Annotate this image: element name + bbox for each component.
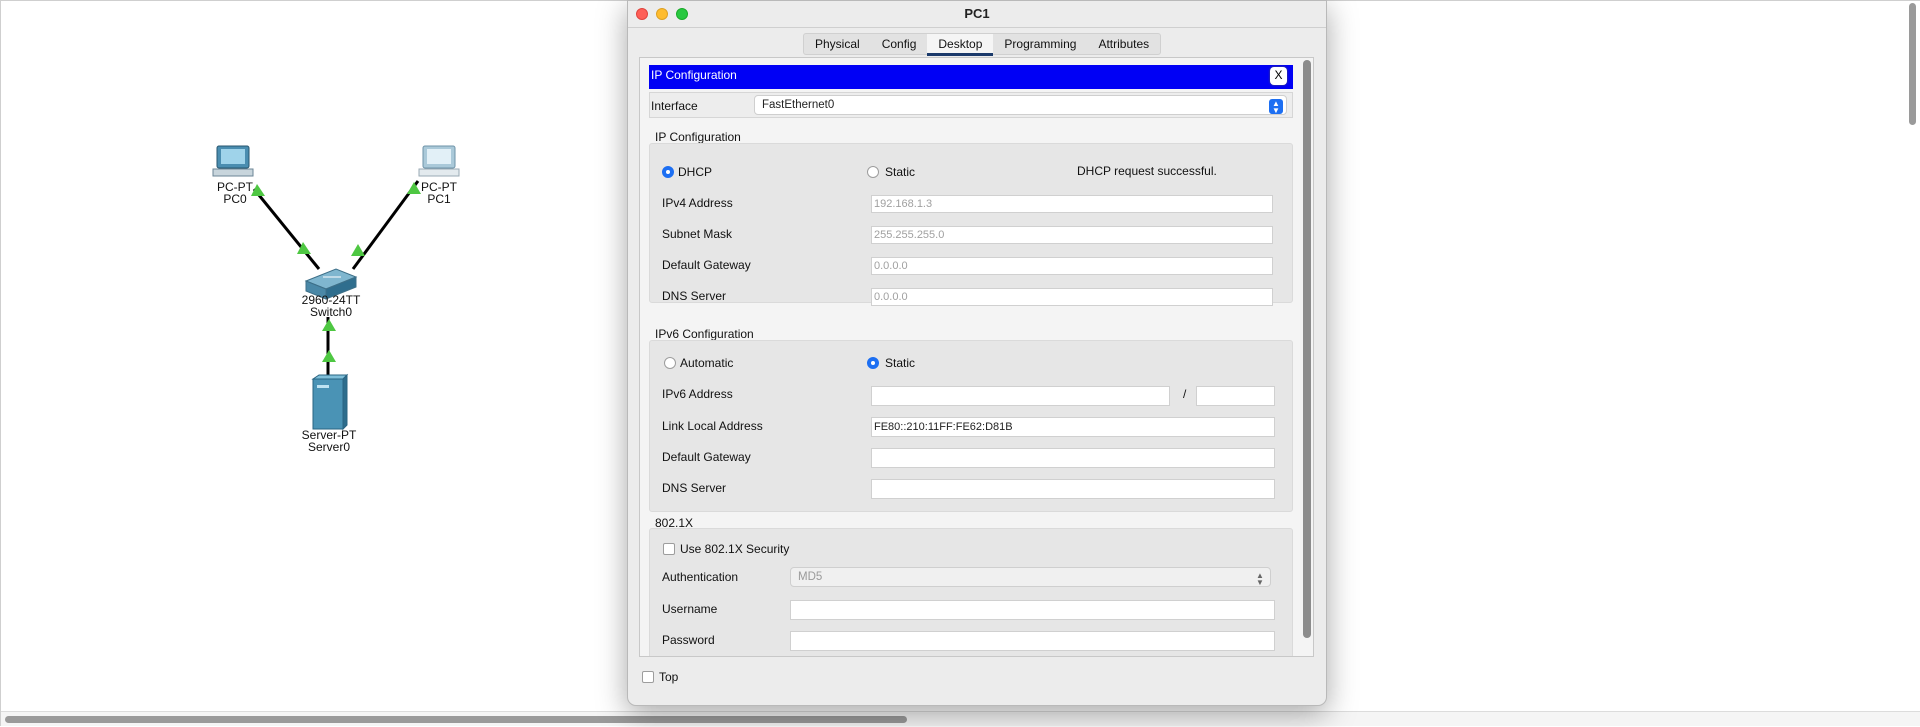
ipv4-address-label: IPv4 Address (662, 196, 733, 210)
ipv6-section-title: IPv6 Configuration (655, 327, 754, 341)
server-icon (311, 373, 349, 431)
link-local-label: Link Local Address (662, 419, 763, 433)
username-label: Username (662, 602, 718, 616)
link-light-server (322, 350, 336, 362)
server0-name: Server0 (307, 440, 351, 454)
interface-label: Interface (651, 99, 698, 113)
pc0-label: PC-PT PC0 (205, 181, 265, 205)
horizontal-scroll-thumb[interactable] (5, 716, 907, 723)
top-label: Top (659, 670, 679, 684)
static-ipv6-radio[interactable] (867, 357, 879, 369)
authentication-label: Authentication (662, 570, 739, 584)
top-checkbox[interactable] (642, 671, 654, 683)
subnet-mask-label: Subnet Mask (662, 227, 733, 241)
ipv4-section-title: IP Configuration (655, 130, 741, 144)
use-8021x-label: Use 802.1X Security (680, 542, 790, 556)
prefix-slash: / (1183, 387, 1187, 401)
ipv4-gateway-label: Default Gateway (662, 258, 751, 272)
ipv6-gateway-label: Default Gateway (662, 450, 751, 464)
dhcp-status-text: DHCP request successful. (1077, 164, 1217, 178)
static-ipv6-label: Static (885, 356, 916, 370)
ipv4-dns-field[interactable] (871, 288, 1273, 306)
pc1-label: PC-PT PC1 (409, 181, 469, 205)
authentication-select[interactable]: MD5 ▲ ▼ (790, 567, 1271, 587)
ipv6-address-label: IPv6 Address (662, 387, 733, 401)
ipv4-gateway-field[interactable] (871, 257, 1273, 275)
topology-drawing (212, 145, 460, 431)
password-label: Password (662, 633, 715, 647)
select-chevron-icon: ▲ ▼ (1256, 571, 1264, 587)
dialog-title: PC1 (964, 6, 990, 21)
static-ipv4-radio[interactable] (867, 166, 879, 178)
canvas-horizontal-scrollbar[interactable] (1, 711, 1920, 726)
ipv6-dns-label: DNS Server (662, 481, 727, 495)
username-field[interactable] (790, 600, 1275, 620)
ipv6-prefix-field[interactable] (1196, 386, 1275, 406)
select-chevron-icon: ▲ ▼ (1269, 99, 1283, 115)
dot1x-group: Use 802.1X Security Authentication MD5 ▲… (649, 528, 1293, 656)
interface-select[interactable]: FastEthernet0 ▲ ▼ (754, 95, 1287, 115)
pc1-name: PC1 (427, 192, 451, 206)
authentication-value: MD5 (798, 571, 823, 583)
dialog-titlebar[interactable]: PC1 (628, 1, 1326, 28)
vertical-scroll-thumb[interactable] (1909, 3, 1916, 125)
pc0-icon (212, 145, 254, 177)
tab-attributes[interactable]: Attributes (1087, 34, 1160, 54)
automatic-ipv6-label: Automatic (680, 356, 734, 370)
interface-value: FastEthernet0 (762, 99, 835, 111)
tab-physical[interactable]: Physical (804, 34, 871, 54)
tab-config[interactable]: Config (871, 34, 928, 54)
ipv4-address-field[interactable] (871, 195, 1273, 213)
ipv6-gateway-field[interactable] (871, 448, 1275, 468)
password-field[interactable] (790, 631, 1275, 651)
ip-configuration-panel: IP Configuration X Interface FastEtherne… (639, 57, 1314, 657)
pc0-name: PC0 (223, 192, 247, 206)
close-ip-config-button[interactable]: X (1270, 67, 1287, 85)
ip-configuration-header: IP Configuration X (649, 65, 1293, 89)
switch0-name: Switch0 (309, 305, 353, 319)
subnet-mask-field[interactable] (871, 226, 1273, 244)
panel-scrollbar[interactable] (1303, 60, 1311, 640)
automatic-ipv6-radio[interactable] (664, 357, 676, 369)
ipv6-group: Automatic Static IPv6 Address / Link Loc… (649, 340, 1293, 512)
ipv6-dns-field[interactable] (871, 479, 1275, 499)
pc1-icon (418, 145, 460, 177)
panel-scroll-thumb[interactable] (1303, 60, 1311, 638)
pc1-dialog: PC1 Physical Config Desktop Programming … (627, 0, 1327, 706)
dhcp-radio[interactable] (662, 166, 674, 178)
dialog-tabs: Physical Config Desktop Programming Attr… (803, 33, 1162, 56)
interface-row: Interface FastEthernet0 ▲ ▼ (649, 92, 1293, 118)
link-light-switch-server (322, 319, 336, 331)
link-local-field[interactable] (871, 417, 1275, 437)
link-light-switch-pc1 (351, 244, 365, 256)
tab-desktop[interactable]: Desktop (927, 34, 994, 56)
canvas-vertical-scrollbar[interactable] (1906, 1, 1918, 711)
server0-label: Server-PT Server0 (289, 429, 369, 453)
ipv4-group: DHCP Static DHCP request successful. IPv… (649, 143, 1293, 306)
dhcp-label: DHCP (678, 165, 713, 179)
use-8021x-checkbox[interactable] (663, 543, 675, 555)
static-ipv4-label: Static (885, 165, 916, 179)
ip-configuration-header-title: IP Configuration (651, 68, 737, 82)
tab-programming[interactable]: Programming (993, 34, 1087, 54)
switch0-label: 2960-24TT Switch0 (291, 294, 371, 318)
ipv6-address-field[interactable] (871, 386, 1170, 406)
ipv4-dns-label: DNS Server (662, 289, 727, 303)
